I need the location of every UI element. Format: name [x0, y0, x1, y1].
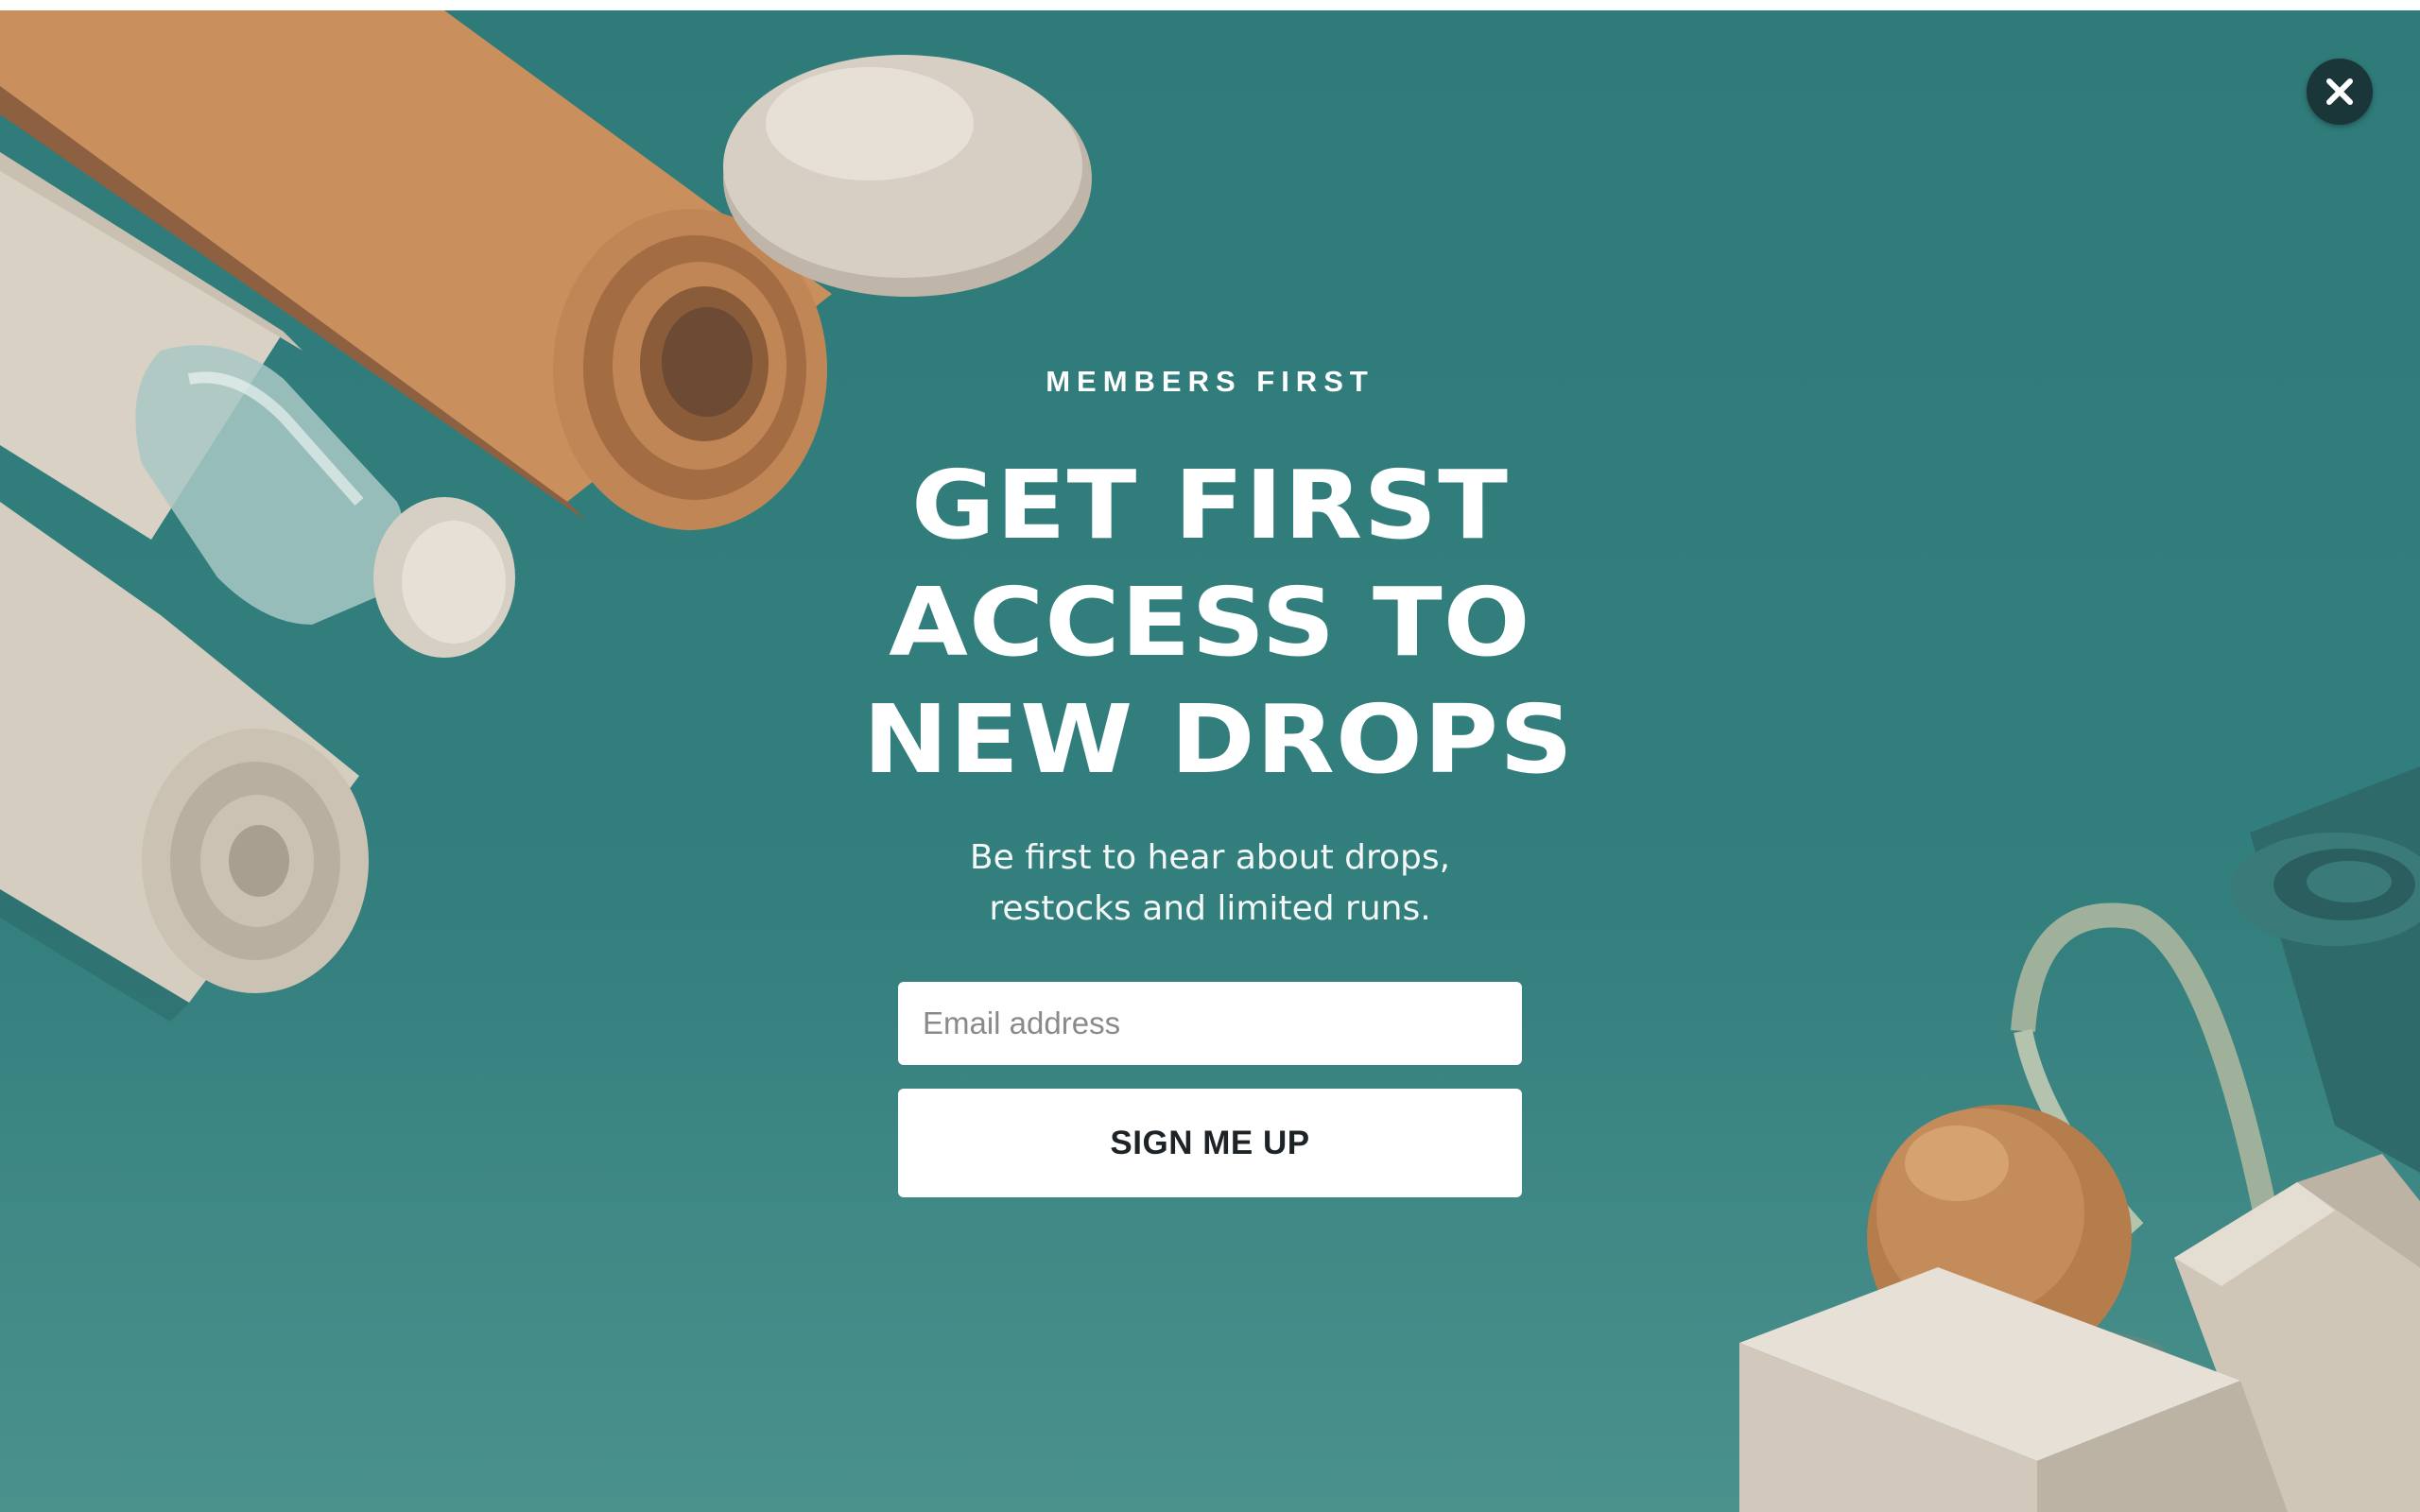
headline-line: GET FIRST [910, 450, 1509, 560]
eyebrow-label: MEMBERS FIRST [1046, 365, 1374, 398]
stone-icon [723, 55, 1092, 297]
close-button[interactable] [2307, 59, 2373, 125]
headline: GET FIRST ACCESS TO NEW DROPS [862, 447, 1574, 799]
subtext-line: restocks and limited runs. [989, 889, 1431, 928]
signup-content: MEMBERS FIRST GET FIRST ACCESS TO NEW DR… [863, 360, 1573, 1197]
headline-line: ACCESS TO [889, 567, 1531, 678]
headline-line: NEW DROPS [862, 684, 1574, 795]
close-icon [2326, 78, 2353, 105]
subtext-line: Be first to hear about drops, [969, 838, 1451, 877]
subtext: Be first to hear about drops, restocks a… [889, 833, 1531, 935]
signup-popup: MEMBERS FIRST GET FIRST ACCESS TO NEW DR… [0, 10, 2420, 1512]
sign-up-button[interactable]: SIGN ME UP [898, 1089, 1522, 1197]
teal-yoga-mat-icon [2231, 766, 2420, 1173]
email-input[interactable] [898, 982, 1522, 1065]
